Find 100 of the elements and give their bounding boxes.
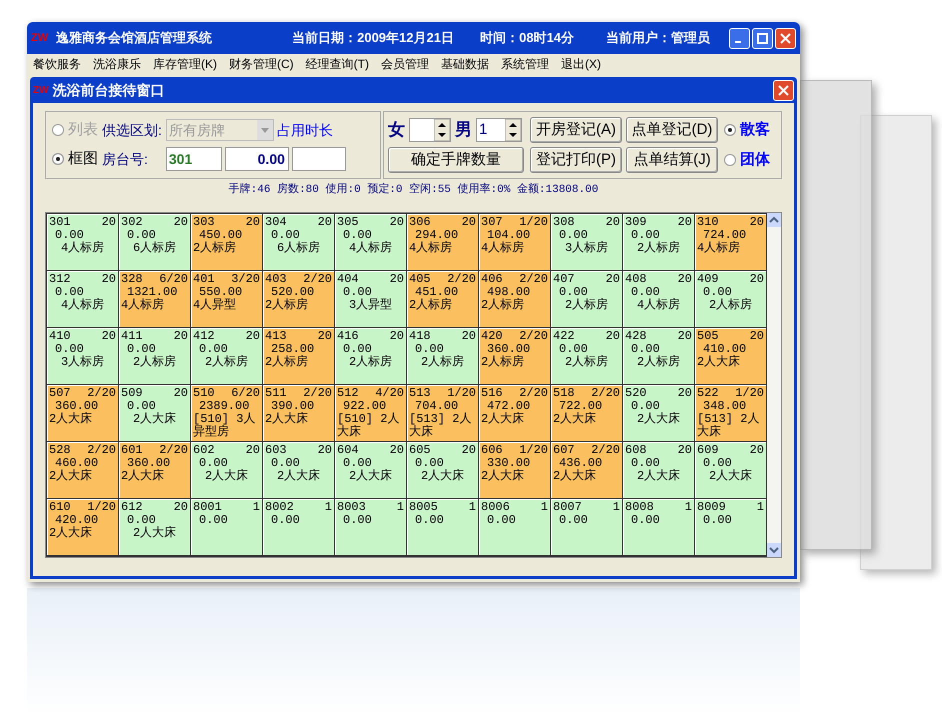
room-tile[interactable]: 303 20 450.00 2人标房 — [191, 214, 262, 270]
room-tile[interactable]: 416 20 0.00 2人标房 — [335, 328, 406, 384]
radio-option[interactable]: 团体 — [724, 149, 770, 172]
guest-count: 1/20 — [519, 216, 548, 228]
maximize-button[interactable] — [752, 28, 773, 48]
room-tile[interactable]: 418 20 0.00 2人标房 — [407, 328, 478, 384]
room-tile[interactable]: 510 6/20 2389.00 [510] 3人异型房 — [191, 384, 262, 440]
menu-item[interactable]: 经理查询(T) — [306, 55, 369, 73]
room-tile[interactable]: 610 1/20 420.00 2人大床 — [47, 498, 118, 554]
room-tile[interactable]: 410 20 0.00 3人标房 — [47, 328, 118, 384]
room-tile[interactable]: 401 3/20 550.00 4人异型 — [191, 270, 262, 326]
room-tile[interactable]: 420 2/20 360.00 2人标房 — [479, 328, 550, 384]
room-tile[interactable]: 612 20 0.00 2人大床 — [119, 498, 190, 554]
spinner-arrows-icon[interactable] — [505, 119, 521, 141]
room-tile[interactable]: 8002 1 0.00 — [263, 498, 334, 554]
room-amount: 704.00 — [414, 400, 458, 412]
menu-item[interactable]: 会员管理 — [381, 55, 429, 73]
room-tile[interactable]: 403 2/20 520.00 2人标房 — [263, 270, 334, 326]
room-tile[interactable]: 607 2/20 436.00 2人大床 — [551, 442, 622, 498]
action-button[interactable]: 点单登记(D) — [626, 117, 718, 143]
guest-count: 2/20 — [447, 272, 476, 286]
room-tile[interactable]: 422 20 0.00 2人标房 — [551, 328, 622, 384]
room-number: 8009 — [697, 500, 726, 514]
amount-field[interactable]: 0.00 — [224, 147, 289, 172]
female-spinner[interactable] — [409, 118, 451, 142]
spinner-arrows-icon[interactable] — [434, 119, 450, 141]
room-number-field[interactable]: 301 — [166, 147, 222, 172]
room-tile[interactable]: 518 2/20 722.00 2人大床 — [551, 384, 622, 440]
room-tile[interactable]: 8003 1 0.00 — [335, 498, 406, 554]
room-tile[interactable]: 411 20 0.00 2人标房 — [119, 328, 190, 384]
menu-item[interactable]: 退出(X) — [561, 55, 601, 73]
room-tile[interactable]: 328 6/20 1321.00 4人标房 — [119, 270, 190, 326]
room-amount: 0.00 — [630, 342, 660, 356]
room-tile[interactable]: 301 20 0.00 4人标房 — [47, 214, 118, 270]
room-tile[interactable]: 520 20 0.00 2人大床 — [623, 384, 694, 440]
scroll-down-icon[interactable] — [767, 542, 781, 556]
radio-option[interactable]: 框图 — [52, 148, 98, 170]
room-tile[interactable]: 602 20 0.00 2人大床 — [191, 442, 262, 498]
room-number: 409 — [697, 272, 719, 286]
room-tile[interactable]: 404 20 0.00 3人异型 — [335, 270, 406, 326]
close-button[interactable] — [773, 80, 794, 100]
room-tile[interactable]: 512 4/20 922.00 [510] 2人大床 — [335, 384, 406, 440]
room-tile[interactable]: 509 20 0.00 2人大床 — [119, 384, 190, 440]
room-tile[interactable]: 428 20 0.00 2人标房 — [623, 328, 694, 384]
room-tile[interactable]: 601 2/20 360.00 2人大床 — [119, 442, 190, 498]
room-tile[interactable]: 407 20 0.00 2人标房 — [551, 270, 622, 326]
room-tile[interactable]: 511 2/20 390.00 2人大床 — [263, 384, 334, 440]
menu-item[interactable]: 库存管理(K) — [153, 55, 217, 73]
guest-count: 6/20 — [231, 386, 260, 400]
room-tile[interactable]: 8009 1 0.00 — [695, 498, 766, 554]
action-button[interactable]: 登记打印(P) — [530, 147, 622, 173]
room-tile[interactable]: 307 1/20 104.00 4人标房 — [479, 214, 550, 270]
menu-item[interactable]: 系统管理 — [501, 55, 549, 73]
room-tile[interactable]: 408 20 0.00 4人标房 — [623, 270, 694, 326]
room-tile[interactable]: 8005 1 0.00 — [407, 498, 478, 554]
room-tile[interactable]: 513 1/20 704.00 [513] 2人大床 — [407, 384, 478, 440]
room-tile[interactable]: 522 1/20 348.00 [513] 2人大床 — [695, 384, 766, 440]
extra-field[interactable] — [292, 147, 346, 172]
room-tile[interactable]: 603 20 0.00 2人大床 — [263, 442, 334, 498]
room-tile[interactable]: 306 20 294.00 4人标房 — [407, 214, 478, 270]
male-spinner[interactable]: 1 — [476, 118, 522, 142]
room-tile[interactable]: 8001 1 0.00 — [191, 498, 262, 554]
room-tile[interactable]: 409 20 0.00 2人标房 — [695, 270, 766, 326]
room-tile[interactable]: 8006 1 0.00 — [479, 498, 550, 554]
room-tile[interactable]: 516 2/20 472.00 2人大床 — [479, 384, 550, 440]
menu-item[interactable]: 基础数据 — [441, 55, 489, 73]
room-tile[interactable]: 309 20 0.00 2人标房 — [623, 214, 694, 270]
room-type: 4人标房 — [60, 242, 106, 254]
room-tile[interactable]: 528 2/20 460.00 2人大床 — [47, 442, 118, 498]
room-tile[interactable]: 305 20 0.00 4人标房 — [335, 214, 406, 270]
room-tile[interactable]: 8008 1 0.00 — [623, 498, 694, 554]
room-tile[interactable]: 608 20 0.00 2人大床 — [623, 442, 694, 498]
room-tile[interactable]: 8007 1 0.00 — [551, 498, 622, 554]
room-tile[interactable]: 604 20 0.00 2人大床 — [335, 442, 406, 498]
room-tile[interactable]: 302 20 0.00 6人标房 — [119, 214, 190, 270]
room-tile[interactable]: 507 2/20 360.00 2人大床 — [47, 384, 118, 440]
room-tile[interactable]: 304 20 0.00 6人标房 — [263, 214, 334, 270]
radio-option[interactable]: 散客 — [724, 118, 770, 141]
room-tile[interactable]: 605 20 0.00 2人大床 — [407, 442, 478, 498]
room-tile[interactable]: 505 20 410.00 2人大床 — [695, 328, 766, 384]
room-tile[interactable]: 412 20 0.00 2人标房 — [191, 328, 262, 384]
room-number: 304 — [265, 216, 287, 228]
room-tile[interactable]: 609 20 0.00 2人大床 — [695, 442, 766, 498]
room-tile[interactable]: 413 20 258.00 2人标房 — [263, 328, 334, 384]
menu-item[interactable]: 餐饮服务 — [33, 55, 81, 73]
menu-item[interactable]: 财务管理(C) — [229, 55, 294, 73]
minimize-button[interactable] — [729, 28, 750, 48]
room-tile[interactable]: 310 20 724.00 4人标房 — [695, 214, 766, 270]
room-tile[interactable]: 308 20 0.00 3人标房 — [551, 214, 622, 270]
room-tile[interactable]: 312 20 0.00 4人标房 — [47, 270, 118, 326]
room-tile[interactable]: 406 2/20 498.00 2人标房 — [479, 270, 550, 326]
scrollbar[interactable] — [767, 212, 781, 556]
menu-item[interactable]: 洗浴康乐 — [93, 55, 141, 73]
action-button[interactable]: 点单结算(J) — [626, 147, 718, 173]
room-tile[interactable]: 405 2/20 451.00 2人标房 — [407, 270, 478, 326]
room-tile[interactable]: 606 1/20 330.00 2人大床 — [479, 442, 550, 498]
scroll-up-icon[interactable] — [767, 212, 781, 226]
action-button[interactable]: 开房登记(A) — [530, 117, 622, 143]
close-button[interactable] — [775, 28, 796, 48]
action-button[interactable]: 确定手牌数量 — [388, 146, 524, 173]
